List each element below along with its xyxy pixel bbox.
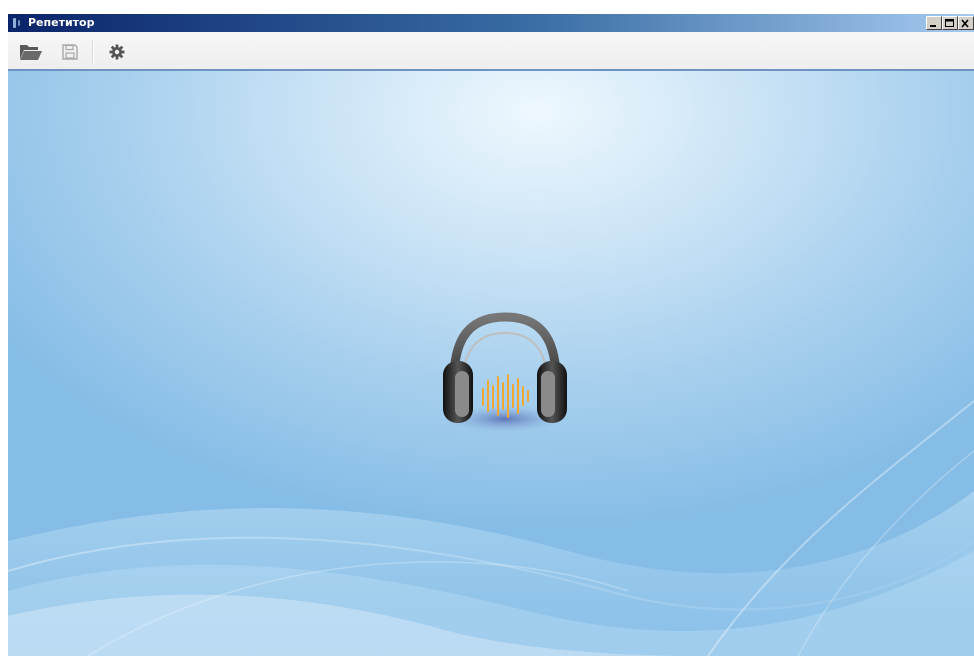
headphones-icon (443, 312, 567, 433)
minimize-icon (930, 25, 936, 27)
folder-open-icon (20, 45, 42, 60)
open-button[interactable] (18, 40, 44, 64)
window-title: Репетитор (28, 16, 95, 29)
close-button[interactable] (958, 16, 974, 30)
toolbar-separator (92, 40, 94, 64)
app-icon (13, 18, 20, 28)
maximize-button[interactable] (942, 16, 958, 30)
window-controls (926, 15, 974, 31)
main-content (8, 71, 974, 656)
close-icon (961, 19, 969, 28)
gear-icon (109, 44, 125, 60)
settings-button[interactable] (104, 40, 130, 64)
toolbar (8, 32, 974, 71)
title-bar[interactable]: Репетитор (8, 14, 974, 32)
maximize-icon (945, 19, 954, 27)
save-button[interactable] (57, 40, 83, 64)
save-icon (62, 44, 78, 60)
minimize-button[interactable] (926, 16, 942, 30)
app-window: Репетитор (8, 14, 974, 656)
